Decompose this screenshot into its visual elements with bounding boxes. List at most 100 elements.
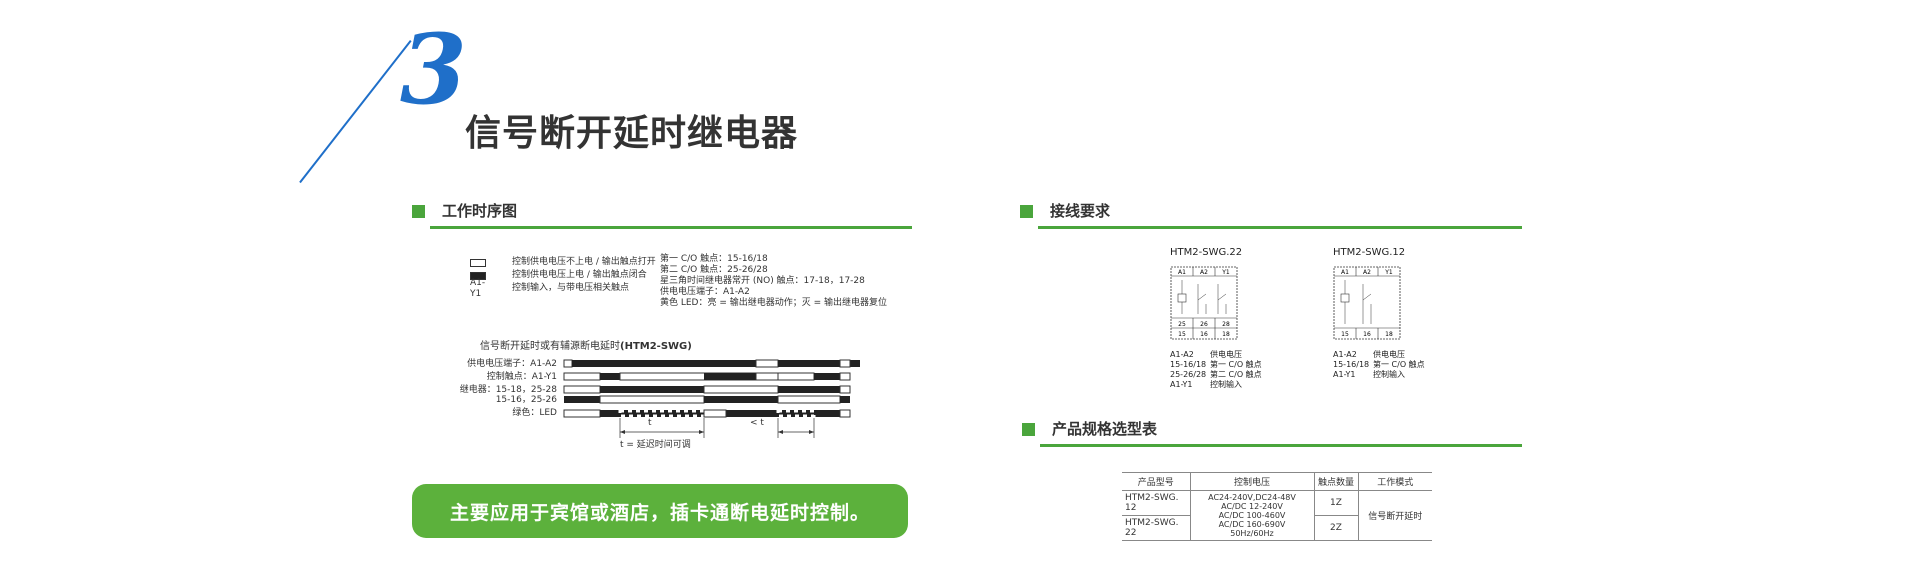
legend-swatch-open [470,258,486,267]
terminal: 15 [1178,331,1186,338]
terminal: 15 [1341,331,1349,338]
legend-text: 控制输入，与带电压相关触点 [512,283,630,293]
wiring-diagram-22: A1 A2 Y1 25 26 28 15 16 18 [1170,266,1238,340]
diagram-model: (HTM2-SWG) [620,341,692,352]
decorative-slash [299,40,412,184]
note-line: 供电电压端子：A1-A2 [660,287,750,297]
legend-symbol: A1-Y1 [470,277,486,299]
table-row: HTM2-SWG. 12 AC24-240V,DC24-48V AC/DC 12… [1122,490,1432,541]
waveform-control [563,372,851,381]
terminal-a2: A2 [1200,269,1208,276]
legend-code: A1-Y1 [1333,370,1356,379]
section-rule [430,226,912,229]
terminal: 26 [1200,321,1208,328]
legend-code: A1-Y1 [1170,380,1193,389]
legend-desc: 第二 C/O 触点 [1210,370,1262,379]
terminal: 18 [1385,331,1393,338]
section-rule [1038,226,1522,229]
note-line: 星三角时间继电器常开 (NO) 触点：17-18，17-28 [660,276,865,286]
terminal: 25 [1178,321,1186,328]
legend-desc: 供电电压 [1210,350,1242,359]
table-header-row: 产品型号 控制电压 触点数量 工作模式 [1122,472,1432,491]
terminal: 28 [1222,321,1230,328]
legend-desc: 供电电压 [1373,350,1405,359]
legend-desc: 控制输入 [1210,380,1242,389]
timing-diagram [563,359,860,438]
waveform-relay-no [563,385,851,394]
t-lt-label: < t [750,418,764,428]
section-marker [1022,423,1035,436]
column-header: 产品型号 [1122,472,1191,491]
legend-item: 控制供电电压上电 / 输出触点闭合 [470,269,670,282]
t-caption: t = 延迟时间可调 [620,440,691,450]
dimension-t [619,418,705,438]
voltage-line: AC24-240V,DC24-48V [1208,493,1296,502]
timing-legend: 控制供电电压不上电 / 输出触点打开 控制供电电压上电 / 输出触点闭合 A1-… [470,256,670,299]
legend-code: 15-16/18 [1333,360,1370,369]
t-label: t [648,418,652,428]
voltage-line: AC/DC 12-240V [1221,502,1283,511]
row-label: 绿色：LED [512,408,557,418]
terminal: 18 [1222,331,1230,338]
dimension-lt [777,418,815,438]
application-banner: 主要应用于宾馆或酒店，插卡通断电延时控制。 [412,484,908,538]
waveform-led [563,409,851,418]
legend-item: A1-Y1 控制输入，与带电压相关触点 [470,278,670,299]
legend-desc: 控制输入 [1373,370,1405,379]
cell-contacts: 2Z [1313,515,1358,541]
waveform-relay-nc [564,395,850,404]
voltage-line: AC/DC 100-460V [1218,511,1286,520]
column-header: 工作模式 [1357,472,1432,491]
wiring-legend-12: A1-A2 供电电压 15-16/18 第一 C/O 触点 A1-Y1 控制输入 [1333,350,1425,380]
legend-code: 15-16/18 [1170,360,1207,369]
wiring-model-name: HTM2-SWG.12 [1333,247,1406,258]
timing-section-header: 工作时序图 [412,196,912,236]
row-label: 15-16，25-26 [495,395,557,405]
terminal: 16 [1363,331,1371,338]
note-line: 第二 C/O 触点：25-26/28 [660,265,768,275]
terminal-a2: A2 [1363,269,1371,276]
cell-model: HTM2-SWG. 12 [1122,490,1191,516]
diagram-row-labels: 供电电压端子：A1-A2 控制触点：A1-Y1 继电器：15-18，25-28 … [455,359,557,421]
terminal-a1: A1 [1341,269,1349,276]
terminal: 16 [1200,331,1208,338]
waveform-supply [563,359,860,368]
section-rule [1040,444,1522,447]
wiring-section-header: 接线要求 [1020,196,1522,236]
legend-text: 控制供电电压上电 / 输出触点闭合 [512,270,647,280]
wiring-legend-22: A1-A2 供电电压 15-16/18 第一 C/O 触点 25-26/28 第二 C… [1170,350,1262,390]
wiring-model-name: HTM2-SWG.22 [1170,247,1243,258]
cell-voltage: AC24-240V,DC24-48V AC/DC 12-240V AC/DC 1… [1189,490,1315,541]
legend-desc: 第一 C/O 触点 [1210,360,1262,369]
row-label: 继电器：15-18，25-28 [459,385,557,395]
cell-mode: 信号断开延时 [1357,490,1432,541]
note-line: 黄色 LED：亮 = 输出继电器动作；灭 = 输出继电器复位 [660,298,888,308]
section-marker [1020,205,1033,218]
section-number: 3 [400,13,467,126]
section-marker [412,205,425,218]
cell-model: HTM2-SWG. 22 [1122,515,1191,541]
terminal-a1: A1 [1178,269,1186,276]
legend-code: 25-26/28 [1170,370,1207,379]
terminal-y1: Y1 [1221,269,1230,276]
page-title: 信号断开延时继电器 [465,113,799,154]
column-header: 控制电压 [1189,472,1315,491]
column-header: 触点数量 [1313,472,1359,491]
wiring-diagram-12: A1 A2 Y1 15 16 18 [1333,266,1401,340]
row-label: 供电电压端子：A1-A2 [467,359,557,369]
spec-table: 产品型号 控制电压 触点数量 工作模式 HTM2-SWG. 12 AC24-24… [1122,472,1432,541]
spec-section-header: 产品规格选型表 [1022,414,1522,454]
section-title: 接线要求 [1050,202,1111,220]
diagram-title: 信号断开延时或有辅源断电延时(HTM2-SWG) [480,337,692,352]
cell-contacts: 1Z [1313,490,1359,516]
row-label: 控制触点：A1-Y1 [486,372,557,382]
section-title: 产品规格选型表 [1052,420,1158,438]
section-title: 工作时序图 [442,202,518,220]
diagram-title-text: 信号断开延时或有辅源断电延时 [480,341,620,352]
legend-code: A1-A2 [1333,350,1357,359]
voltage-line: 50Hz/60Hz [1230,529,1274,538]
legend-text: 控制供电电压不上电 / 输出触点打开 [512,257,656,267]
timing-notes: 第一 C/O 触点：15-16/18 第二 C/O 触点：25-26/28 星三… [660,254,900,309]
legend-code: A1-A2 [1170,350,1194,359]
legend-item: 控制供电电压不上电 / 输出触点打开 [470,256,670,269]
